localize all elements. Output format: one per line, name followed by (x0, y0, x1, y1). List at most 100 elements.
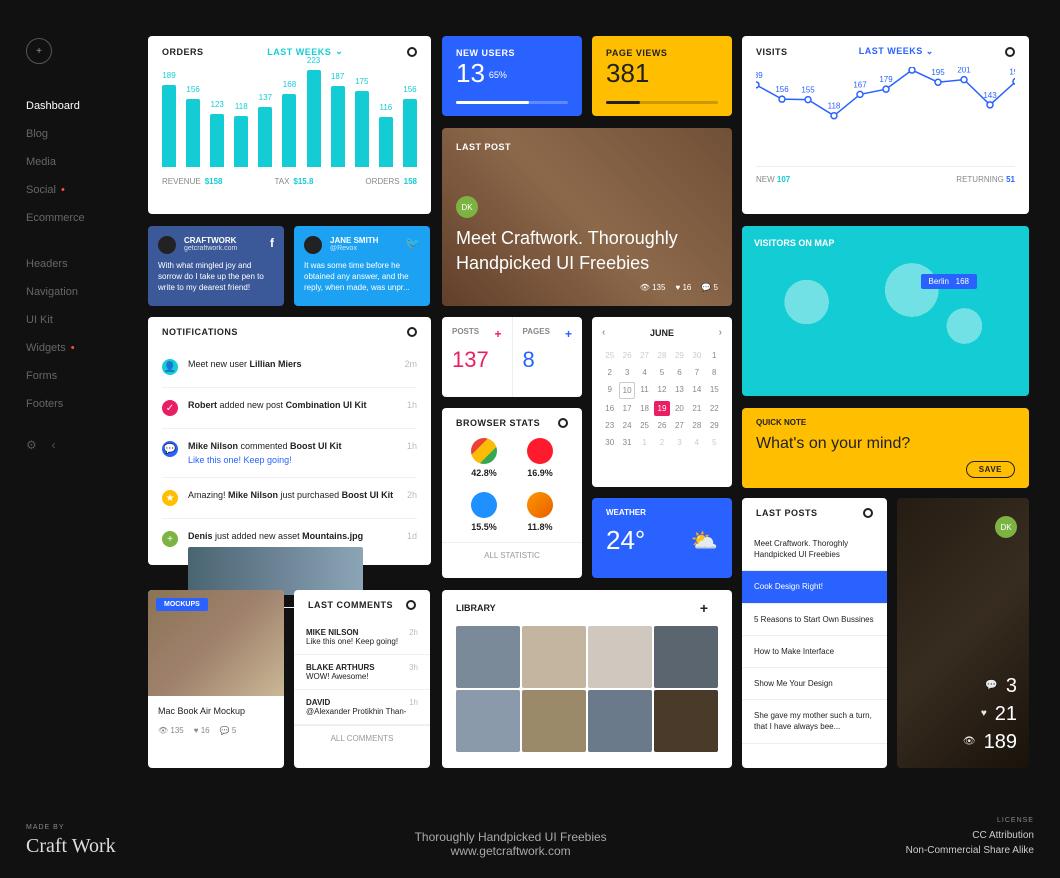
map-marker[interactable]: Berlin 168 (921, 274, 977, 289)
visits-filter[interactable]: LAST WEEKS ⌄ (859, 46, 934, 57)
calendar-day[interactable]: 30 (602, 435, 617, 450)
nav-item-dashboard[interactable]: Dashboard (26, 92, 126, 120)
all-comments-link[interactable]: ALL COMMENTS (294, 725, 430, 751)
notification-item[interactable]: ✓Robert added new post Combination UI Ki… (162, 388, 417, 429)
calendar-day[interactable]: 3 (619, 365, 634, 380)
calendar-day[interactable]: 1 (637, 435, 652, 450)
nav-item-headers[interactable]: Headers (26, 250, 126, 278)
calendar-day[interactable]: 7 (689, 365, 704, 380)
library-thumb[interactable] (456, 690, 520, 752)
add-button[interactable]: + (26, 38, 52, 64)
nav-item-forms[interactable]: Forms (26, 362, 126, 390)
calendar-day[interactable]: 4 (689, 435, 704, 450)
calendar-day[interactable]: 10 (619, 382, 634, 399)
quick-note-input[interactable]: What's on your mind? (756, 435, 1015, 453)
library-thumb[interactable] (654, 690, 718, 752)
calendar-day[interactable]: 26 (654, 418, 669, 433)
more-icon[interactable] (406, 600, 416, 610)
collapse-icon[interactable]: ‹ (52, 438, 56, 452)
calendar-day[interactable]: 4 (637, 365, 652, 380)
notification-item[interactable]: 💬Mike Nilson commented Boost UI KitLike … (162, 429, 417, 478)
more-icon[interactable] (407, 47, 417, 57)
calendar-day[interactable]: 26 (619, 348, 634, 363)
more-icon[interactable] (863, 508, 873, 518)
calendar-day[interactable]: 16 (602, 401, 617, 416)
nav-item-media[interactable]: Media (26, 148, 126, 176)
add-page-button[interactable]: + (565, 327, 572, 341)
calendar-day[interactable]: 5 (707, 435, 722, 450)
post-item[interactable]: Meet Craftwork. Thoroghly Handpicked UI … (742, 528, 887, 571)
calendar-day[interactable]: 29 (672, 348, 687, 363)
website-link[interactable]: www.getcraftwork.com (415, 844, 607, 858)
world-map[interactable]: Berlin 168 (754, 254, 1017, 374)
library-thumb[interactable] (654, 626, 718, 688)
nav-item-ecommerce[interactable]: Ecommerce (26, 204, 126, 232)
nav-item-ui-kit[interactable]: UI Kit (26, 306, 126, 334)
calendar-day[interactable]: 14 (689, 382, 704, 399)
calendar-day[interactable]: 25 (602, 348, 617, 363)
calendar-day[interactable]: 5 (654, 365, 669, 380)
calendar-day[interactable]: 20 (672, 401, 687, 416)
library-thumb[interactable] (456, 626, 520, 688)
notification-item[interactable]: 👤Meet new user Lillian Miers2m (162, 347, 417, 388)
calendar-day[interactable]: 24 (619, 418, 634, 433)
calendar-day[interactable]: 30 (689, 348, 704, 363)
calendar-day[interactable]: 21 (689, 401, 704, 416)
calendar-day[interactable]: 1 (707, 348, 722, 363)
calendar-day[interactable]: 3 (672, 435, 687, 450)
nav-item-widgets[interactable]: Widgets • (26, 334, 126, 362)
orders-filter[interactable]: LAST WEEKS ⌄ (267, 46, 343, 57)
calendar-day[interactable]: 22 (707, 401, 722, 416)
calendar-day[interactable]: 15 (707, 382, 722, 399)
calendar-day[interactable]: 23 (602, 418, 617, 433)
calendar-day[interactable]: 11 (637, 382, 652, 399)
calendar-day[interactable]: 8 (707, 365, 722, 380)
calendar-day[interactable]: 25 (637, 418, 652, 433)
calendar-day[interactable]: 27 (672, 418, 687, 433)
calendar-day[interactable]: 2 (654, 435, 669, 450)
calendar-day[interactable]: 27 (637, 348, 652, 363)
calendar-day[interactable]: 19 (654, 401, 669, 416)
twitter-card[interactable]: JANE SMITH@Revox🐦 It was some time befor… (294, 226, 430, 306)
calendar-day[interactable]: 2 (602, 365, 617, 380)
post-item[interactable]: She gave my mother such a turn, that I h… (742, 700, 887, 743)
prev-month-button[interactable]: ‹ (602, 327, 605, 338)
post-item[interactable]: Show Me Your Design (742, 668, 887, 700)
brand-logo[interactable]: Craft Work (26, 835, 116, 858)
comment-item[interactable]: DAVID1h@Alexander Protikhin Than- (294, 690, 430, 725)
calendar-day[interactable]: 28 (654, 348, 669, 363)
calendar-day[interactable]: 12 (654, 382, 669, 399)
library-thumb[interactable] (522, 626, 586, 688)
more-icon[interactable] (558, 418, 568, 428)
gear-icon[interactable]: ⚙ (26, 438, 37, 452)
notification-item[interactable]: ★Amazing! Mike Nilson just purchased Boo… (162, 478, 417, 519)
next-month-button[interactable]: › (719, 327, 722, 338)
nav-item-social[interactable]: Social • (26, 176, 126, 204)
calendar-day[interactable]: 28 (689, 418, 704, 433)
nav-item-blog[interactable]: Blog (26, 120, 126, 148)
last-post-card[interactable]: LAST POST DK Meet Craftwork. Thoroughly … (442, 128, 732, 306)
add-post-button[interactable]: + (494, 327, 501, 341)
calendar-day[interactable]: 31 (619, 435, 634, 450)
add-media-button[interactable]: + (700, 600, 708, 616)
calendar-day[interactable]: 13 (672, 382, 687, 399)
calendar-day[interactable]: 17 (619, 401, 634, 416)
calendar-day[interactable]: 6 (672, 365, 687, 380)
calendar-day[interactable]: 18 (637, 401, 652, 416)
library-thumb[interactable] (522, 690, 586, 752)
mockup-card[interactable]: MOCKUPS Mac Book Air Mockup 👁 135 ♥ 16 💬… (148, 590, 284, 768)
featured-post-card[interactable]: DK 💬3 ♥21 👁189 (897, 498, 1029, 768)
facebook-card[interactable]: CRAFTWORKgetcraftwork.comf With what min… (148, 226, 284, 306)
more-icon[interactable] (1005, 47, 1015, 57)
calendar-day[interactable]: 9 (602, 382, 617, 399)
post-item[interactable]: Cook Design Right! (742, 571, 887, 603)
calendar-day[interactable]: 29 (707, 418, 722, 433)
all-statistic-link[interactable]: ALL STATISTIC (442, 542, 582, 568)
nav-item-footers[interactable]: Footers (26, 390, 126, 418)
post-item[interactable]: How to Make Interface (742, 636, 887, 668)
comment-item[interactable]: BLAKE ARTHURS3hWOW! Awesome! (294, 655, 430, 690)
library-thumb[interactable] (588, 690, 652, 752)
nav-item-navigation[interactable]: Navigation (26, 278, 126, 306)
post-item[interactable]: 5 Reasons to Start Own Bussines (742, 604, 887, 636)
library-thumb[interactable] (588, 626, 652, 688)
